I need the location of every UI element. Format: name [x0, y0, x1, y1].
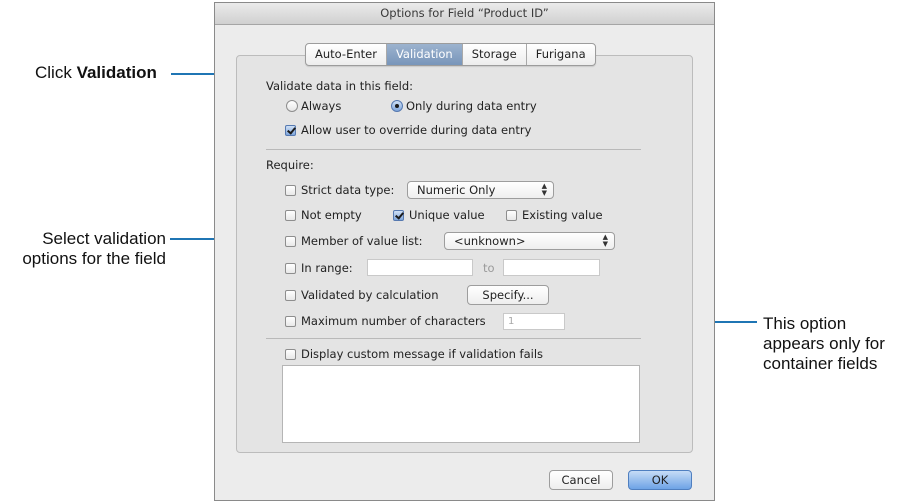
strict-data-type-label[interactable]: Strict data type: [301, 183, 394, 197]
callout-click-validation: Click Validation [35, 63, 157, 83]
in-range-label[interactable]: In range: [301, 261, 353, 275]
strict-data-type-value: Numeric Only [417, 183, 496, 197]
validated-by-calc-checkbox[interactable] [285, 290, 296, 301]
max-chars-checkbox[interactable] [285, 316, 296, 327]
radio-only-during-entry-label[interactable]: Only during data entry [406, 99, 537, 113]
range-to-input[interactable] [503, 259, 600, 276]
radio-always[interactable] [286, 100, 298, 112]
custom-message-textarea[interactable] [282, 365, 640, 443]
member-value-list-checkbox[interactable] [285, 236, 296, 247]
divider-2 [266, 338, 641, 339]
tab-storage[interactable]: Storage [463, 44, 527, 65]
specify-button[interactable]: Specify... [467, 285, 549, 305]
popup-updown-icon: ▲ ▼ [541, 182, 547, 197]
field-options-dialog: Options for Field “Product ID” Auto-Ente… [214, 2, 715, 501]
allow-override-checkbox[interactable] [285, 125, 296, 136]
dialog-title: Options for Field “Product ID” [215, 3, 714, 25]
validated-by-calc-label[interactable]: Validated by calculation [301, 288, 439, 302]
validate-heading: Validate data in this field: [266, 79, 414, 93]
radio-only-during-entry[interactable] [391, 100, 403, 112]
range-to-label: to [483, 261, 495, 275]
max-chars-label[interactable]: Maximum number of characters [301, 314, 486, 328]
require-heading: Require: [266, 158, 314, 172]
tab-bar: Auto-Enter Validation Storage Furigana [305, 43, 596, 66]
tab-furigana[interactable]: Furigana [527, 44, 595, 65]
not-empty-checkbox[interactable] [285, 210, 296, 221]
callout-select-line2: options for the field [22, 249, 166, 268]
callout-click-prefix: Click [35, 63, 77, 82]
range-from-input[interactable] [367, 259, 473, 276]
callout-option-line1: This option [763, 314, 847, 333]
max-chars-input[interactable]: 1 [503, 313, 565, 330]
custom-message-label[interactable]: Display custom message if validation fai… [301, 347, 543, 361]
popup-updown-icon: ▲ ▼ [602, 233, 608, 248]
callout-select-options: Select validation options for the field [0, 229, 166, 269]
unique-value-label[interactable]: Unique value [409, 208, 485, 222]
existing-value-label[interactable]: Existing value [522, 208, 603, 222]
cancel-button[interactable]: Cancel [549, 470, 613, 490]
radio-always-label[interactable]: Always [301, 99, 341, 113]
strict-data-type-popup[interactable]: Numeric Only ▲ ▼ [407, 181, 554, 199]
in-range-checkbox[interactable] [285, 263, 296, 274]
existing-value-checkbox[interactable] [506, 210, 517, 221]
custom-message-checkbox[interactable] [285, 349, 296, 360]
tab-auto-enter[interactable]: Auto-Enter [306, 44, 387, 65]
callout-option-line3: container fields [763, 354, 878, 373]
divider-1 [266, 149, 641, 150]
allow-override-label[interactable]: Allow user to override during data entry [301, 123, 531, 137]
tab-validation[interactable]: Validation [386, 44, 463, 65]
callout-click-word: Validation [76, 63, 157, 82]
value-list-popup[interactable]: <unknown> ▲ ▼ [444, 232, 615, 250]
member-value-list-label[interactable]: Member of value list: [301, 234, 423, 248]
strict-data-type-checkbox[interactable] [285, 185, 296, 196]
callout-select-line1: Select validation [42, 229, 166, 248]
not-empty-label[interactable]: Not empty [301, 208, 362, 222]
unique-value-checkbox[interactable] [393, 210, 404, 221]
ok-button[interactable]: OK [628, 470, 692, 490]
callout-container-only: This option appears only for container f… [763, 314, 900, 374]
value-list-value: <unknown> [454, 234, 526, 248]
callout-option-line2: appears only for [763, 334, 885, 353]
